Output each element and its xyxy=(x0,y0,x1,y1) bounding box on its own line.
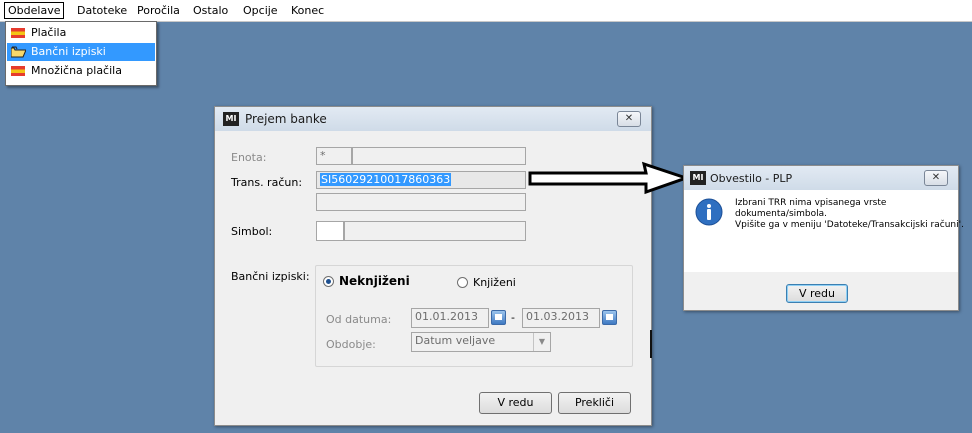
message-line-3: Vpišite ga v meniju 'Datoteke/Transakcij… xyxy=(735,220,964,230)
app-icon: MI xyxy=(690,171,706,185)
message-ok-button[interactable]: V redu xyxy=(786,284,848,303)
app-icon: MI xyxy=(223,112,239,126)
message-line-1: Izbrani TRR nima vpisanega vrste xyxy=(735,198,887,208)
menu-ostalo[interactable]: Ostalo xyxy=(190,3,231,18)
info-icon xyxy=(695,198,723,226)
date-from-field[interactable]: 01.01.2013 xyxy=(411,308,489,328)
date-separator: - xyxy=(511,311,515,324)
simbol-name-field xyxy=(344,221,526,241)
annotation-arrow xyxy=(528,161,690,195)
menu-konec[interactable]: Konec xyxy=(288,3,327,18)
chevron-down-icon[interactable]: ▼ xyxy=(533,333,550,351)
dropdown-item-label: Bančni izpiski xyxy=(31,45,106,58)
menu-obdelave[interactable]: Obdelave xyxy=(4,2,65,19)
trans-racun-field[interactable]: SI56029210017860363 xyxy=(316,171,526,189)
divider xyxy=(650,330,652,358)
ok-button[interactable]: V redu xyxy=(479,392,552,414)
flag-icon xyxy=(11,66,25,76)
date-to-field[interactable]: 01.03.2013 xyxy=(522,308,600,328)
od-datuma-label: Od datuma: xyxy=(326,313,392,326)
dropdown-item-bancni-izpiski[interactable]: Bančni izpiski xyxy=(7,43,155,61)
dialog-title: Prejem banke xyxy=(245,112,327,126)
message-titlebar: MI Obvestilo - PLP ✕ xyxy=(684,166,958,190)
menu-opcije[interactable]: Opcije xyxy=(240,3,281,18)
calendar-icon[interactable] xyxy=(602,310,617,325)
message-line-2: dokumenta/simbola. xyxy=(735,209,827,219)
trans-racun-value: SI56029210017860363 xyxy=(320,173,452,186)
prejem-banke-dialog: MI Prejem banke ✕ Enota: * Trans. račun:… xyxy=(214,106,652,426)
bancni-izpiski-label: Bančni izpiski: xyxy=(231,270,310,283)
close-button[interactable]: ✕ xyxy=(617,111,641,127)
simbol-label: Simbol: xyxy=(231,225,273,238)
menu-datoteke[interactable]: Datoteke xyxy=(74,3,130,18)
simbol-code-field[interactable] xyxy=(316,221,344,241)
calendar-icon[interactable] xyxy=(491,310,506,325)
close-button[interactable]: ✕ xyxy=(924,170,948,186)
radio-neknjizeni-label: Neknjiženi xyxy=(339,274,410,288)
menu-bar: Obdelave Datoteke Poročila Ostalo Opcije… xyxy=(0,0,972,22)
enota-name-field xyxy=(352,147,526,165)
menu-porocila[interactable]: Poročila xyxy=(134,3,183,18)
dropdown-item-label: Množična plačila xyxy=(31,64,122,77)
trans-racun-label: Trans. račun: xyxy=(231,176,303,189)
dropdown-item-mnozicna-placila[interactable]: Množična plačila xyxy=(7,62,155,80)
radio-neknjizeni[interactable] xyxy=(323,276,334,287)
dialog-titlebar: MI Prejem banke ✕ xyxy=(215,107,651,131)
izpiski-group: Neknjiženi Knjiženi Od datuma: 01.01.201… xyxy=(315,265,633,367)
obdelave-dropdown: Plačila Bančni izpiski Množična plačila xyxy=(5,21,157,86)
message-title: Obvestilo - PLP xyxy=(710,172,793,185)
dropdown-item-label: Plačila xyxy=(31,26,67,39)
flag-icon xyxy=(11,28,25,38)
radio-knjizeni[interactable] xyxy=(457,277,468,288)
open-folder-icon xyxy=(11,46,26,58)
obdobje-select[interactable]: Datum veljave ▼ xyxy=(411,332,551,352)
cancel-button[interactable]: Prekliči xyxy=(558,392,631,414)
message-body: Izbrani TRR nima vpisanega vrste dokumen… xyxy=(684,190,964,272)
obvestilo-dialog: MI Obvestilo - PLP ✕ Izbrani TRR nima vp… xyxy=(683,165,964,311)
obdobje-label: Obdobje: xyxy=(326,338,376,351)
enota-code-field[interactable]: * xyxy=(316,147,352,165)
radio-knjizeni-label: Knjiženi xyxy=(473,276,516,289)
enota-label: Enota: xyxy=(231,151,267,164)
trans-racun-extra-field xyxy=(316,193,526,211)
dropdown-item-placila[interactable]: Plačila xyxy=(7,24,155,42)
obdobje-value: Datum veljave xyxy=(415,334,496,347)
